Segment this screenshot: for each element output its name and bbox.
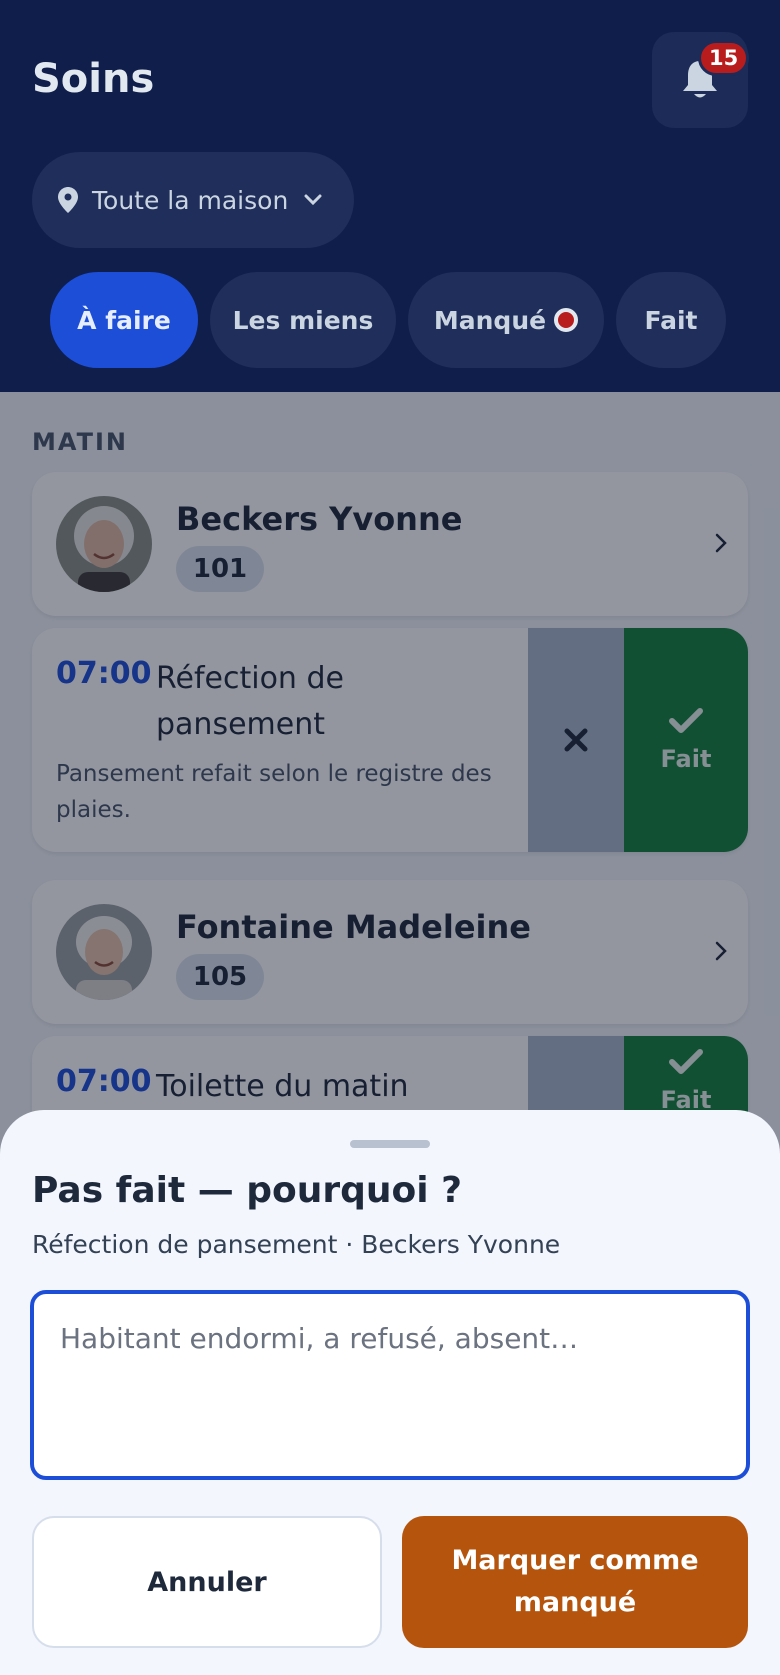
location-selector[interactable]: Toute la maison bbox=[32, 152, 354, 248]
tab-label: À faire bbox=[77, 305, 171, 335]
sheet-subtitle: Réfection de pansement · Beckers Yvonne bbox=[32, 1230, 561, 1259]
alert-dot-icon bbox=[554, 308, 579, 332]
reason-input[interactable] bbox=[30, 1290, 750, 1480]
map-pin-icon bbox=[58, 187, 78, 213]
location-label: Toute la maison bbox=[92, 185, 289, 215]
tab-manque[interactable]: Manqué bbox=[408, 272, 604, 368]
cancel-button[interactable]: Annuler bbox=[32, 1516, 382, 1648]
tab-label: Manqué bbox=[433, 305, 547, 335]
mark-missed-confirm-button[interactable]: Marquer comme manqué bbox=[402, 1516, 748, 1648]
app-header: Soins 15 Toute la maison À faire Les mie… bbox=[0, 0, 780, 392]
tab-les-miens[interactable]: Les miens bbox=[210, 272, 396, 368]
tab-label: Fait bbox=[644, 305, 698, 335]
chevron-down-icon bbox=[304, 194, 322, 206]
notification-count-badge: 15 bbox=[698, 40, 750, 76]
filter-tabs: À faire Les miens Manqué Fait bbox=[50, 272, 726, 368]
sheet-title: Pas fait — pourquoi ? bbox=[32, 1170, 463, 1211]
missed-reason-sheet: Pas fait — pourquoi ? Réfection de panse… bbox=[0, 1110, 780, 1675]
sheet-drag-handle[interactable] bbox=[350, 1140, 430, 1148]
tab-fait[interactable]: Fait bbox=[616, 272, 726, 368]
page-title: Soins bbox=[32, 56, 155, 102]
tab-a-faire[interactable]: À faire bbox=[50, 272, 198, 368]
tab-label: Les miens bbox=[232, 305, 374, 335]
